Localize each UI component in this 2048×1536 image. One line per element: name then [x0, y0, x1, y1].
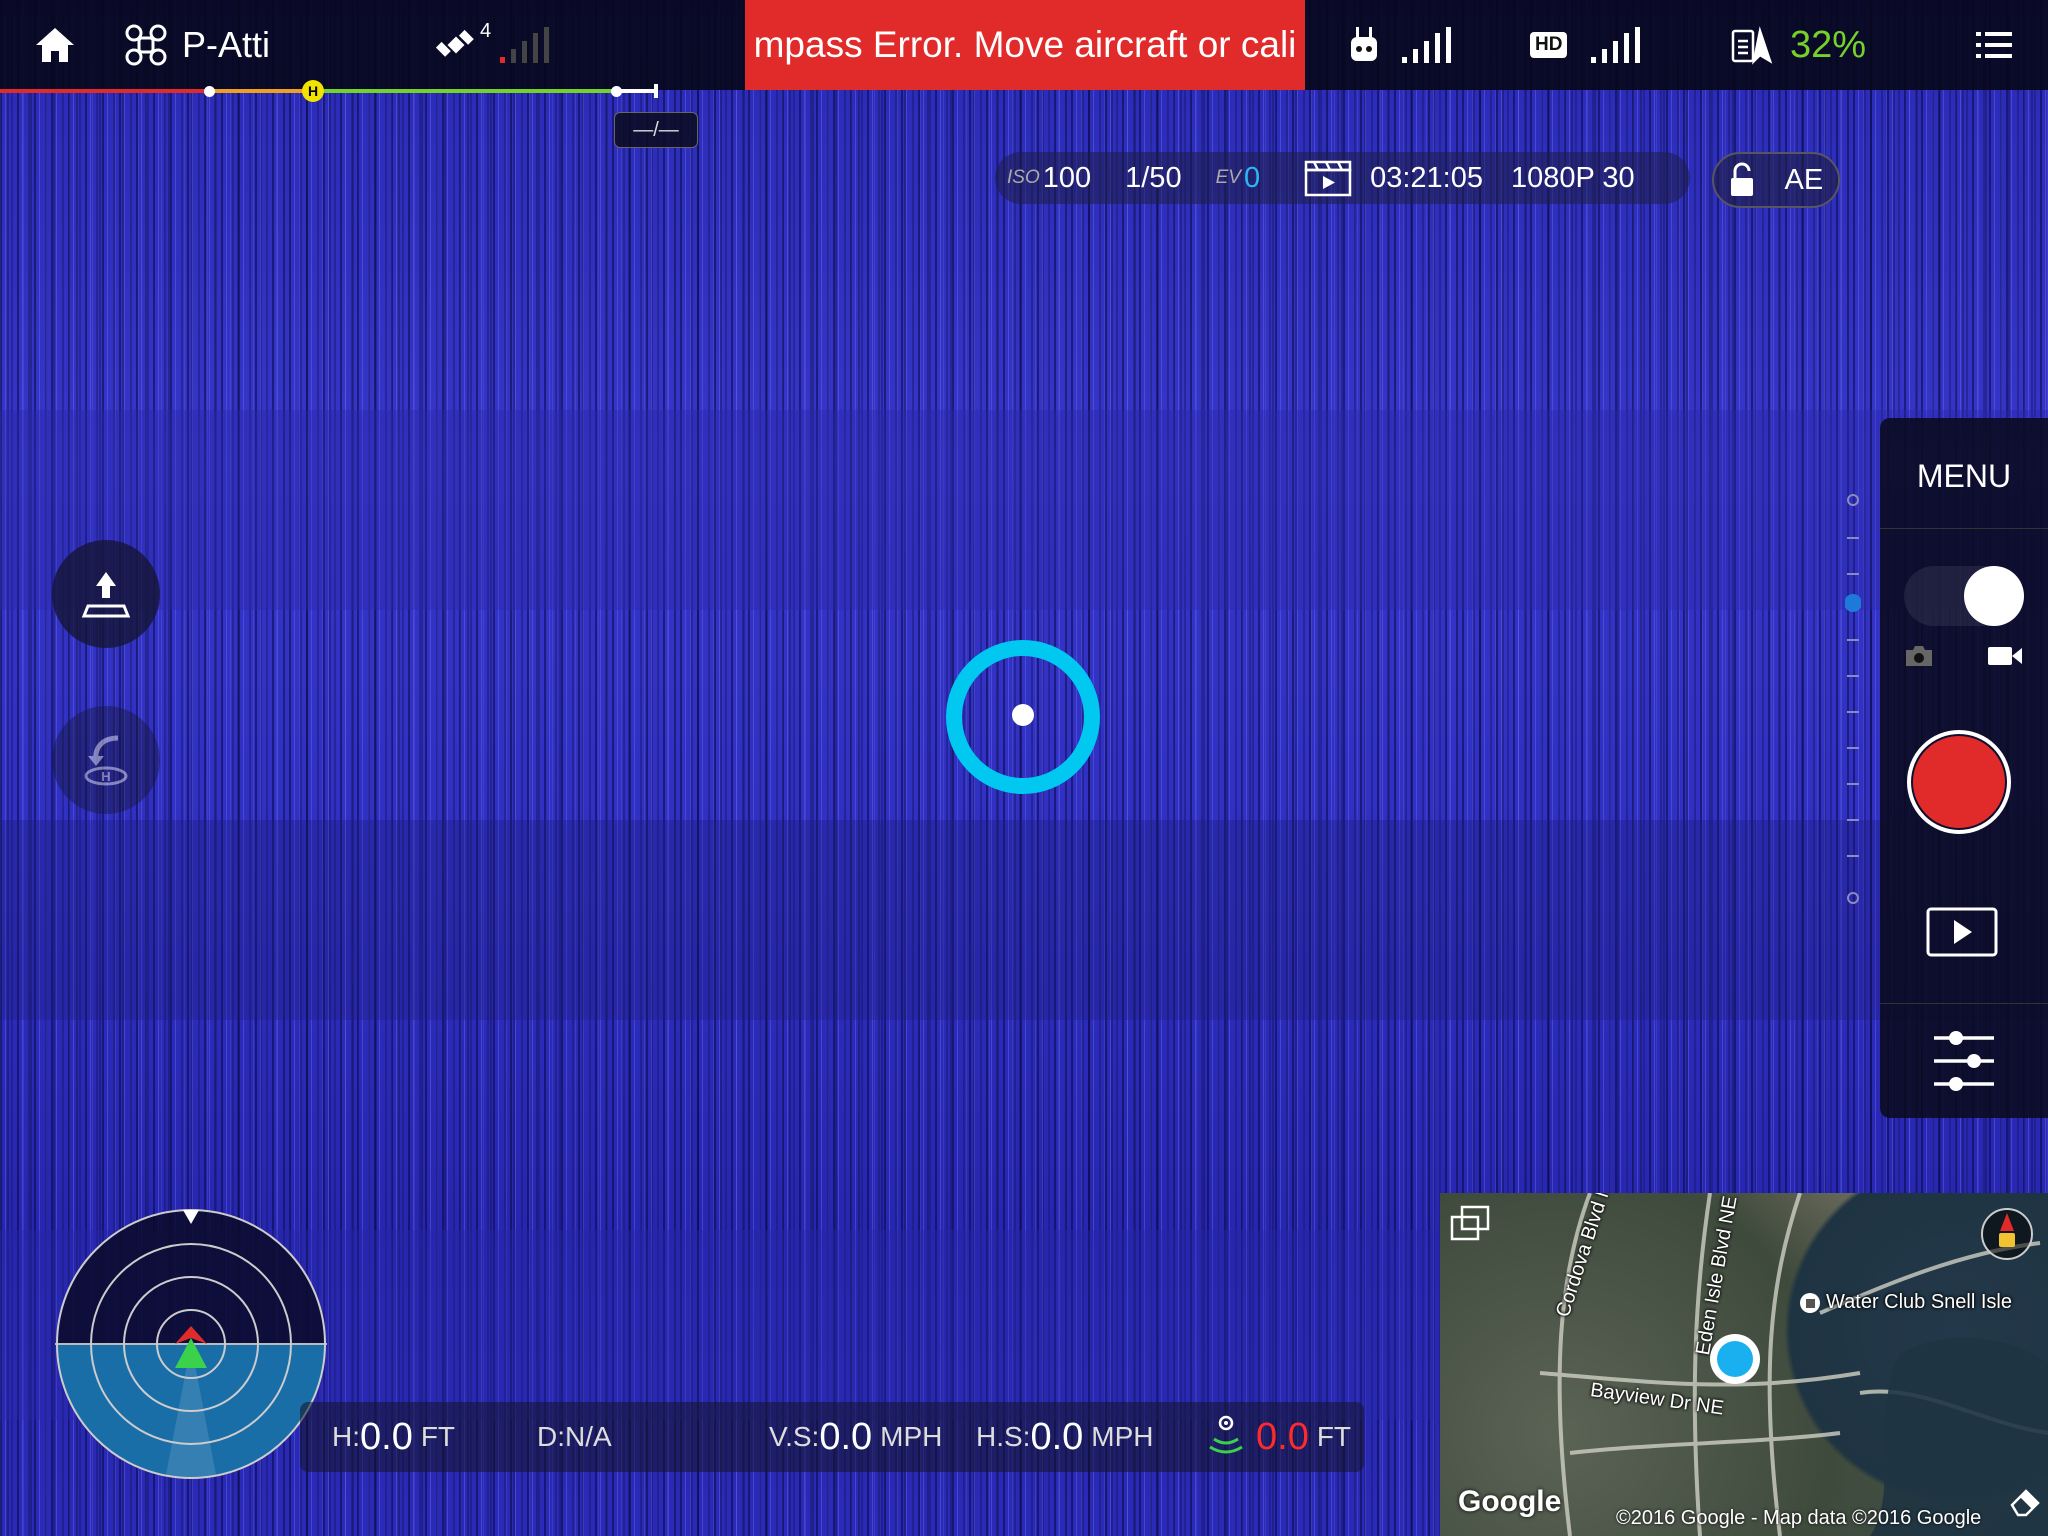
distance-label: D:N/A: [537, 1421, 612, 1452]
menu-button[interactable]: MENU: [1880, 458, 2048, 495]
video-camera-icon: [1988, 647, 2022, 665]
battery-status[interactable]: 32%: [1730, 0, 1866, 90]
gps-status[interactable]: 4: [434, 0, 549, 90]
height-unit: FT: [420, 1421, 456, 1452]
record-button[interactable]: [1907, 730, 2011, 834]
map-copyright: ©2016 Google - Map data ©2016 Google: [1616, 1507, 1982, 1529]
vertical-speed-readout: V.S: 0.0 MPH: [769, 1402, 942, 1472]
gimbal-scale: [1845, 494, 1861, 904]
svg-text:H: H: [101, 769, 110, 784]
right-control-panel: MENU: [1880, 418, 2048, 1118]
mini-map[interactable]: Cordova Blvd NE Eden Isle Blvd NE Bayvie…: [1440, 1193, 2048, 1536]
battery-icon: [1731, 26, 1773, 65]
video-resolution: 1080P 30: [1510, 161, 1635, 194]
vs-label: V.S:: [769, 1421, 820, 1452]
toggle-knob: [1964, 566, 2024, 626]
distance-tag: —/—: [614, 112, 698, 148]
clapperboard-icon: [1304, 160, 1352, 197]
return-home-button[interactable]: H: [52, 706, 160, 814]
camera-settings-bar[interactable]: ISO 100 1/50 EV 0 03:21:05 1080P 30: [995, 152, 1690, 204]
map-poi-marker[interactable]: [1800, 1293, 1820, 1313]
battery-track-white: [616, 89, 656, 93]
distance-readout: D:N/A: [537, 1402, 612, 1472]
vps-unit: FT: [1316, 1421, 1352, 1452]
aircraft-position-marker: [654, 84, 658, 98]
shutter-value: 1/50: [1125, 161, 1182, 194]
hs-label: H.S:: [976, 1421, 1031, 1452]
home-icon: [36, 28, 74, 62]
track-node: [611, 86, 622, 97]
horizontal-speed-readout: H.S: 0.0 MPH: [976, 1402, 1154, 1472]
map-poi-label: Water Club Snell Isle: [1826, 1291, 2012, 1313]
height-value: 0.0: [360, 1415, 413, 1458]
hs-value: 0.0: [1030, 1415, 1084, 1458]
divider: [1880, 1003, 2048, 1004]
attitude-radar[interactable]: [55, 1208, 327, 1480]
satellite-count: 4: [480, 20, 492, 42]
map-expand-icon[interactable]: [1450, 1205, 1492, 1245]
home-point-marker: H: [302, 80, 324, 102]
eraser-icon[interactable]: [2008, 1483, 2044, 1519]
unlock-icon: [1730, 162, 1753, 196]
photo-camera-icon: [1906, 646, 1932, 666]
settings-menu-button[interactable]: [1976, 0, 2012, 90]
iso-value: 100: [1042, 161, 1092, 194]
record-time: 03:21:05: [1370, 161, 1483, 194]
ae-lock-button[interactable]: AE: [1712, 152, 1840, 208]
battery-percent: 32%: [1790, 23, 1867, 66]
error-banner[interactable]: mpass Error. Move aircraft or cali: [745, 0, 1305, 90]
feed-band: [0, 820, 2048, 1020]
top-status-bar: P-Atti 4 mpass Error. Move aircraft or c…: [0, 0, 2048, 90]
track-node: [204, 86, 215, 97]
flight-mode-label: P-Atti: [182, 24, 271, 65]
height-readout: H: 0.0 FT: [332, 1402, 455, 1472]
takeoff-button[interactable]: [52, 540, 160, 648]
remote-controller-icon: [1351, 27, 1377, 61]
rc-signal-bars: [1402, 27, 1451, 63]
map-north-lock-icon[interactable]: [1980, 1207, 2034, 1261]
battery-track-red: [0, 89, 210, 93]
playback-button[interactable]: [1926, 907, 1998, 957]
vision-sensor-icon: [1209, 1415, 1243, 1454]
telemetry-bar: H: 0.0 FT D:N/A V.S: 0.0 MPH H.S: 0.0 MP…: [300, 1402, 1364, 1472]
gps-signal-bars: [500, 27, 549, 63]
height-label: H:: [332, 1421, 360, 1452]
ae-label: AE: [1784, 163, 1824, 196]
ev-value: 0: [1243, 161, 1261, 194]
vs-value: 0.0: [819, 1415, 873, 1458]
vs-unit: MPH: [880, 1421, 943, 1452]
list-menu-icon: [1976, 32, 2012, 58]
satellite-icon: [435, 29, 474, 57]
aircraft-icon: [125, 24, 167, 66]
vision-positioning-readout: 0.0 FT: [1208, 1402, 1351, 1472]
target-reticle[interactable]: [942, 636, 1104, 798]
battery-track-orange: [210, 89, 310, 93]
record-dot: [1913, 736, 2005, 828]
feed-band: [0, 410, 2048, 610]
hd-signal[interactable]: HD: [1530, 0, 1641, 90]
photo-video-toggle[interactable]: [1904, 566, 2024, 626]
battery-track-green: [310, 89, 616, 93]
remote-signal[interactable]: [1348, 0, 1451, 90]
home-button[interactable]: [34, 0, 76, 90]
return-home-icon: H: [84, 735, 128, 786]
takeoff-icon: [81, 572, 131, 618]
ev-label: EV: [1215, 167, 1241, 188]
google-logo: Google: [1458, 1485, 1562, 1518]
camera-settings-icon[interactable]: [1932, 1028, 1996, 1094]
divider: [1880, 528, 2048, 529]
flight-mode[interactable]: P-Atti: [124, 0, 270, 90]
gimbal-position-indicator: [1845, 594, 1861, 612]
hs-unit: MPH: [1091, 1421, 1154, 1452]
vps-value: 0.0: [1256, 1415, 1309, 1458]
iso-label: ISO: [1007, 167, 1040, 188]
hd-signal-bars: [1591, 27, 1641, 63]
current-location-marker: [1710, 1334, 1760, 1384]
hd-badge: HD: [1530, 32, 1568, 58]
